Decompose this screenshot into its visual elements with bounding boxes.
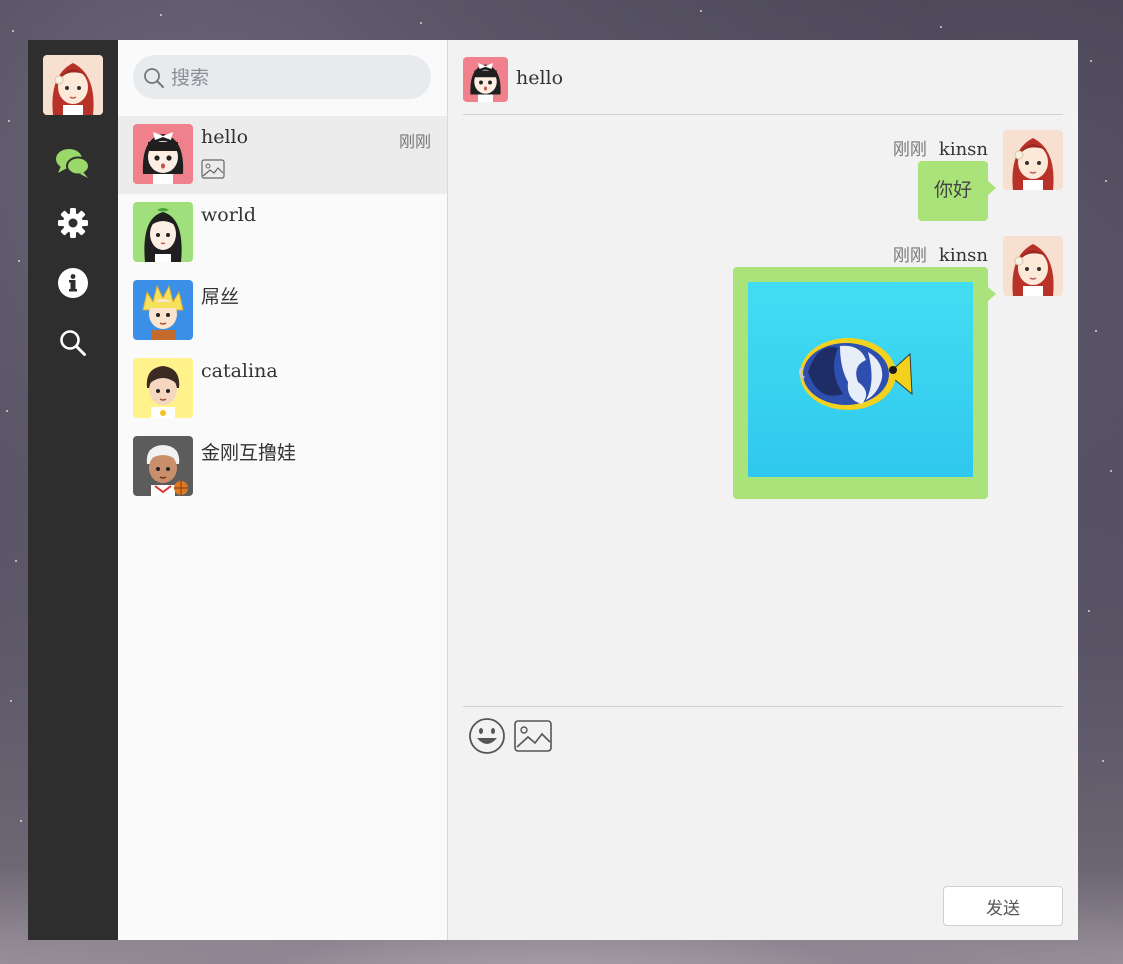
- message-meta: 刚刚 kinsn: [893, 135, 988, 160]
- session-item-hello[interactable]: hello 刚刚: [118, 116, 447, 194]
- emoji-button[interactable]: [467, 718, 507, 758]
- header-divider: [463, 114, 1063, 115]
- nav-search[interactable]: [55, 327, 91, 363]
- fish-image[interactable]: [748, 282, 973, 477]
- message-bubble-text: 你好: [917, 161, 997, 221]
- image-icon: [201, 159, 225, 183]
- session-name: 屌丝: [201, 286, 240, 308]
- contact-avatar: [463, 57, 508, 102]
- avatar: [133, 436, 193, 496]
- chat-bubbles-icon: [55, 147, 91, 183]
- nav-sidebar: [28, 40, 118, 940]
- message-sender: kinsn: [938, 245, 988, 266]
- my-avatar[interactable]: [43, 55, 103, 115]
- message-bubble-image[interactable]: [733, 267, 996, 499]
- smile-icon: [468, 717, 506, 759]
- message-time: 刚刚: [892, 140, 927, 160]
- message-sender: kinsn: [938, 139, 988, 160]
- session-item-jingang[interactable]: 金刚互撸娃: [118, 428, 447, 506]
- info-icon: [57, 267, 89, 303]
- image-icon: [514, 720, 552, 756]
- sender-avatar[interactable]: [1003, 236, 1063, 296]
- avatar: [133, 124, 193, 184]
- session-name: hello: [201, 126, 249, 148]
- search-icon: [59, 329, 87, 361]
- session-name: catalina: [201, 360, 278, 382]
- nav-info[interactable]: [55, 267, 91, 303]
- nav-chat[interactable]: [55, 147, 91, 183]
- session-item-world[interactable]: world: [118, 194, 447, 272]
- session-list-panel: hello 刚刚: [118, 40, 448, 940]
- search-box: [133, 55, 431, 101]
- avatar: [133, 358, 193, 418]
- contact-name: hello: [516, 67, 564, 89]
- avatar: [133, 280, 193, 340]
- chat-app-window: hello 刚刚: [28, 40, 1078, 940]
- session-time: 刚刚: [398, 132, 431, 151]
- image-button[interactable]: [513, 718, 553, 758]
- input-divider: [463, 706, 1063, 707]
- message-meta: 刚刚 kinsn: [893, 241, 988, 266]
- session-name: 金刚互撸娃: [201, 442, 297, 464]
- session-item-diaosi[interactable]: 屌丝: [118, 272, 447, 350]
- search-icon: [143, 67, 165, 93]
- send-button[interactable]: 发送: [943, 886, 1063, 926]
- session-name: world: [201, 204, 257, 226]
- nav-settings[interactable]: [55, 207, 91, 243]
- session-item-catalina[interactable]: catalina: [118, 350, 447, 428]
- search-input[interactable]: [169, 55, 423, 101]
- chat-panel: hello 刚刚 kinsn 你好 刚刚 kinsn 发送: [448, 40, 1078, 940]
- sender-avatar[interactable]: [1003, 130, 1063, 190]
- message-time: 刚刚: [892, 246, 927, 266]
- gear-icon: [57, 207, 89, 243]
- avatar: [133, 202, 193, 262]
